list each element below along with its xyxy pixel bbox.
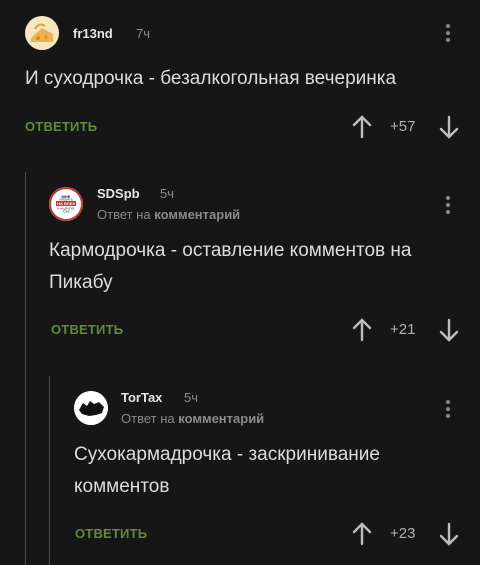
comment-time: 7ч: [136, 26, 151, 41]
more-options-icon[interactable]: [445, 400, 451, 421]
username[interactable]: SDSpb: [97, 186, 140, 201]
comment-text: Сухокармадрочка - заскринивание комменто…: [74, 444, 380, 497]
svg-text:ТОЖЕ: ТОЖЕ: [62, 210, 70, 214]
comment-time: 5ч: [184, 390, 199, 405]
username[interactable]: TorTax: [121, 390, 162, 405]
rating-score: +23: [390, 525, 416, 542]
cat-silhouette-icon: [74, 391, 108, 425]
reply-to-prefix: Ответ на: [121, 411, 175, 426]
avatar[interactable]: МНЕ ПЛЕВАТЬ НА ВСЕХ И НА ДРУГИХ ТОЖЕ: [49, 187, 83, 221]
cheese-icon: [25, 16, 59, 50]
comment-time: 5ч: [160, 186, 175, 201]
reply-button[interactable]: ОТВЕТИТЬ: [75, 526, 147, 541]
username[interactable]: fr13nd: [73, 26, 113, 41]
reply-to: Ответ на комментарий: [97, 207, 240, 222]
avatar[interactable]: [25, 16, 59, 50]
comment-3: TorTax 5ч Ответ на комментарий Сухокарма…: [0, 376, 480, 565]
reply-to-link[interactable]: комментарий: [178, 411, 264, 426]
reply-to: Ответ на комментарий: [121, 411, 264, 426]
comment-2: МНЕ ПЛЕВАТЬ НА ВСЕХ И НА ДРУГИХ ТОЖЕ SDS…: [0, 172, 480, 372]
reply-to-link[interactable]: комментарий: [154, 207, 240, 222]
upvote-icon[interactable]: [351, 318, 373, 342]
downvote-icon[interactable]: [438, 522, 460, 546]
downvote-icon[interactable]: [438, 115, 460, 139]
rating-score: +57: [390, 118, 416, 135]
reply-to-prefix: Ответ на: [97, 207, 151, 222]
upvote-icon[interactable]: [351, 522, 373, 546]
more-options-icon[interactable]: [445, 196, 451, 217]
more-options-icon[interactable]: [445, 24, 451, 45]
downvote-icon[interactable]: [438, 318, 460, 342]
rating-score: +21: [390, 321, 416, 338]
upvote-icon[interactable]: [351, 115, 373, 139]
comment-text: И суходрочка - безалкогольная вечеринка: [25, 68, 397, 89]
reply-button[interactable]: ОТВЕТИТЬ: [25, 119, 97, 134]
svg-text:НА ВСЕХ: НА ВСЕХ: [57, 201, 75, 206]
avatar[interactable]: [74, 391, 108, 425]
comment-1: fr13nd 7ч И суходрочка - безалкогольная …: [0, 0, 480, 160]
reply-button[interactable]: ОТВЕТИТЬ: [51, 322, 123, 337]
badge-icon: МНЕ ПЛЕВАТЬ НА ВСЕХ И НА ДРУГИХ ТОЖЕ: [49, 187, 83, 221]
comment-text: Кармодрочка - оставление комментов на Пи…: [49, 240, 412, 293]
